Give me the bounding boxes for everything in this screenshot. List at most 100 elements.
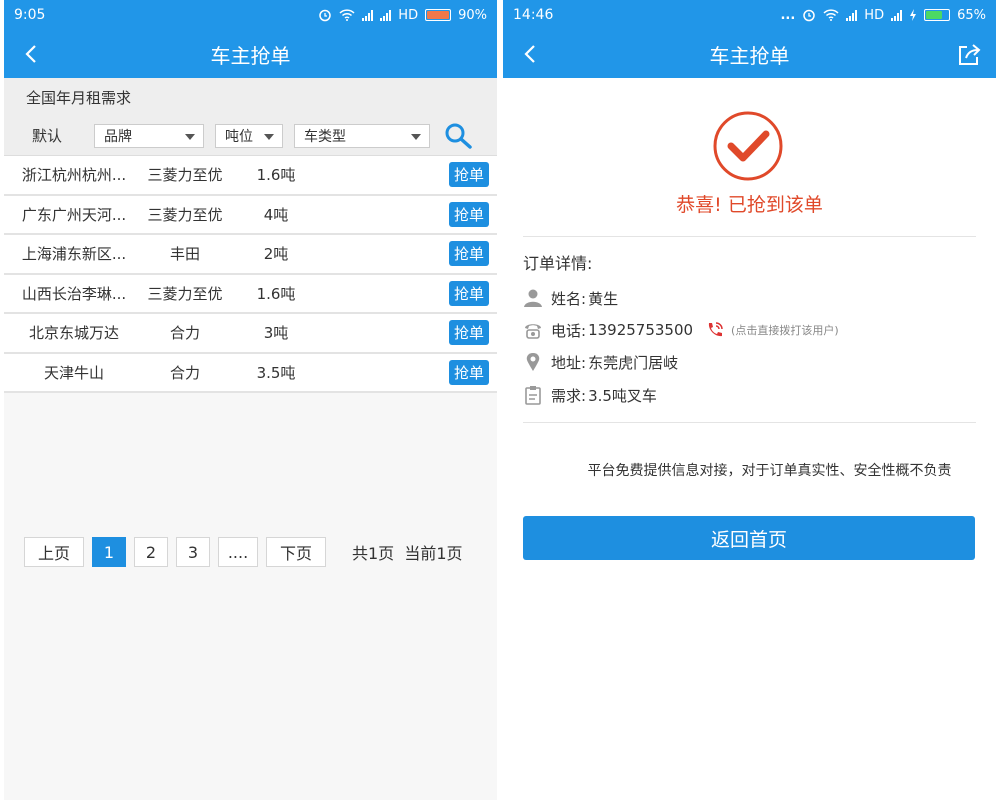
grab-order-button[interactable]: 抢单 [448, 359, 489, 385]
row-brand: 合力 [169, 324, 200, 343]
demand-value: 3.5吨叉车 [588, 386, 657, 405]
order-success-screen: 14:46 ... HD 65% 车主抢单 恭喜! 已抢到该单 订单详情: 姓名… [503, 0, 996, 800]
order-detail-title: 订单详情: [523, 254, 593, 273]
sort-default[interactable]: 默认 [32, 125, 94, 146]
row-location: 北京东城万达 [28, 324, 119, 343]
status-bar: 9:05 HD 90% [4, 0, 497, 30]
return-home-button[interactable]: 返回首页 [523, 516, 975, 560]
alarm-icon [319, 9, 332, 22]
row-action: 抢单 [448, 201, 489, 227]
grab-order-button[interactable]: 抢单 [448, 280, 489, 306]
row-location: 上海浦东新区... [21, 245, 127, 264]
person-icon [524, 289, 542, 307]
next-page-button[interactable]: 下页 [266, 537, 326, 567]
divider [523, 422, 976, 423]
detail-name-row: 姓名: 黄生 [523, 285, 618, 311]
charging-icon [910, 9, 917, 21]
call-hint: (点击直接拨打该用户) [731, 324, 839, 337]
row-action: 抢单 [448, 241, 489, 267]
detail-address-row: 地址: 东莞虎门居岐 [523, 349, 678, 375]
title-bar: 车主抢单 [503, 30, 996, 78]
grab-order-button[interactable]: 抢单 [448, 162, 489, 188]
page-info: 共1页 当前1页 [352, 540, 463, 564]
grab-order-button[interactable]: 抢单 [448, 241, 489, 267]
wifi-icon [339, 9, 355, 21]
status-time: 14:46 [513, 7, 554, 23]
table-row[interactable]: 浙江杭州杭州... 三菱力至优 1.6吨 抢单 [4, 156, 497, 196]
phone-icon [525, 324, 541, 339]
detail-demand-row: 需求: 3.5吨叉车 [523, 382, 657, 408]
order-list-screen: 9:05 HD 90% 车主抢单 全国年月租需求 默认 品牌 吨位 车类型 浙江… [4, 0, 497, 800]
status-more-dots: ... [780, 7, 796, 23]
total-pages: 共1页 [352, 544, 395, 563]
page-button-1[interactable]: 1 [92, 537, 126, 567]
table-row[interactable]: 广东广州天河... 三菱力至优 4吨 抢单 [4, 195, 497, 235]
back-icon[interactable] [20, 42, 44, 66]
clipboard-icon [525, 386, 541, 405]
brand-select-label: 品牌 [104, 128, 132, 145]
demand-label: 需求: [551, 386, 587, 405]
wifi-icon [823, 9, 839, 21]
row-brand: 三菱力至优 [147, 205, 223, 224]
detail-phone-row: 电话: 13925753500 (点击直接拨打该用户) [523, 317, 839, 343]
page-title: 车主抢单 [210, 43, 291, 68]
row-brand: 丰田 [169, 245, 200, 264]
table-row[interactable]: 上海浦东新区... 丰田 2吨 抢单 [4, 235, 497, 275]
alarm-icon [803, 9, 816, 22]
share-icon[interactable] [956, 42, 982, 68]
section-title: 全国年月租需求 [4, 78, 497, 116]
pagination: 上页 1 2 3 .... 下页 共1页 当前1页 [24, 536, 487, 568]
row-location: 广东广州天河... [21, 205, 127, 224]
row-brand: 合力 [169, 363, 200, 382]
divider [523, 236, 976, 237]
signal-icon [846, 9, 858, 21]
chevron-down-icon [264, 133, 274, 140]
tonnage-select[interactable]: 吨位 [215, 123, 283, 148]
page-button-2[interactable]: 2 [134, 537, 168, 567]
table-row[interactable]: 山西长治李琳... 三菱力至优 1.6吨 抢单 [4, 274, 497, 314]
title-bar: 车主抢单 [4, 30, 497, 78]
phone-value[interactable]: 13925753500 [588, 321, 693, 339]
page-title: 车主抢单 [709, 43, 790, 68]
address-value: 东莞虎门居岐 [588, 353, 679, 372]
call-icon[interactable] [705, 320, 725, 340]
battery-percent: 90% [458, 7, 487, 23]
battery-icon [425, 9, 452, 21]
row-tonnage: 4吨 [263, 205, 289, 224]
page-button-3[interactable]: 3 [176, 537, 210, 567]
grab-order-button[interactable]: 抢单 [448, 320, 489, 346]
table-row[interactable]: 天津牛山 合力 3.5吨 抢单 [4, 353, 497, 393]
back-icon[interactable] [519, 42, 543, 66]
prev-page-button[interactable]: 上页 [24, 537, 84, 567]
network-type: HD [864, 7, 885, 23]
page-ellipsis[interactable]: .... [218, 537, 258, 567]
row-tonnage: 1.6吨 [256, 284, 296, 303]
signal-icon [891, 9, 903, 21]
row-brand: 三菱力至优 [147, 166, 223, 185]
grab-order-button[interactable]: 抢单 [448, 201, 489, 227]
search-icon[interactable] [443, 121, 473, 151]
signal-icon [380, 9, 392, 21]
battery-icon [924, 9, 951, 21]
row-location: 浙江杭州杭州... [21, 166, 127, 185]
status-time: 9:05 [14, 7, 46, 23]
vehicle-type-select-label: 车类型 [304, 128, 346, 145]
success-message: 恭喜! 已抢到该单 [676, 194, 823, 216]
location-icon [526, 353, 540, 371]
row-location: 山西长治李琳... [21, 284, 127, 303]
name-value: 黄生 [588, 289, 619, 308]
row-tonnage: 3吨 [263, 324, 289, 343]
tonnage-select-label: 吨位 [225, 128, 253, 145]
phone-label: 电话: [551, 321, 587, 340]
battery-percent: 65% [957, 7, 986, 23]
network-type: HD [398, 7, 419, 23]
status-bar: 14:46 ... HD 65% [503, 0, 996, 30]
row-location: 天津牛山 [43, 363, 104, 382]
brand-select[interactable]: 品牌 [94, 123, 204, 148]
row-action: 抢单 [448, 162, 489, 188]
current-page-text: 当前1页 [404, 544, 463, 563]
filter-bar: 默认 品牌 吨位 车类型 [4, 116, 497, 156]
table-row[interactable]: 北京东城万达 合力 3吨 抢单 [4, 314, 497, 354]
vehicle-type-select[interactable]: 车类型 [294, 123, 430, 148]
chevron-down-icon [185, 133, 195, 140]
